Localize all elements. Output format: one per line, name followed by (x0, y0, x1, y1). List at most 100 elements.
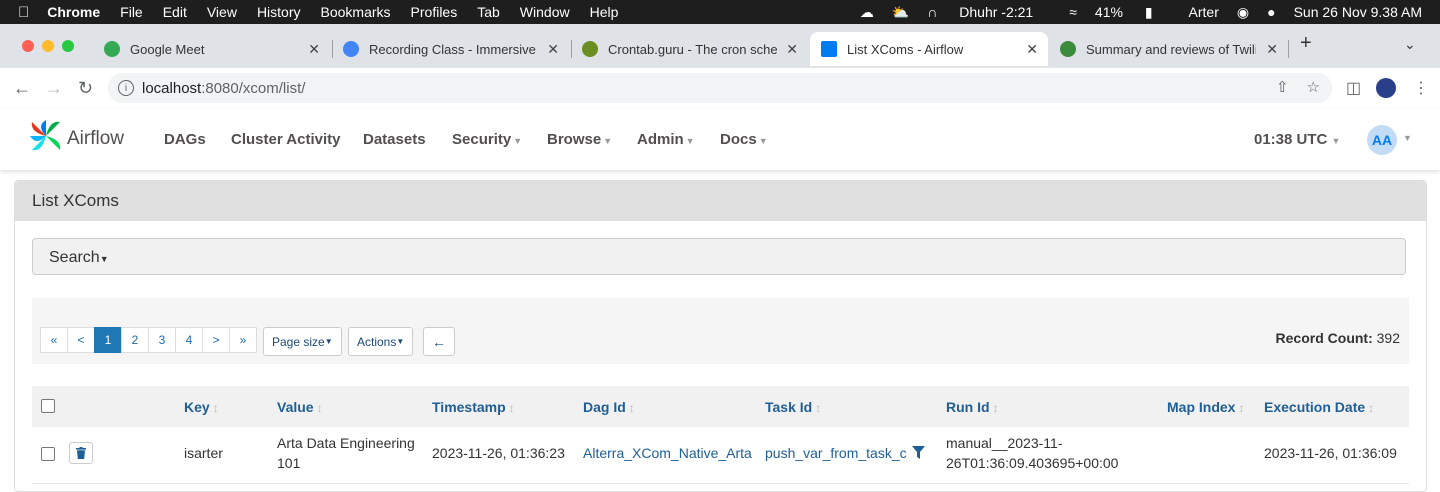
tab-google-meet[interactable]: Google Meet ✕ (104, 32, 330, 66)
siri-icon[interactable]: ● (1267, 4, 1275, 20)
close-tab-icon[interactable]: ✕ (1026, 41, 1038, 58)
page-2[interactable]: 2 (121, 327, 149, 353)
col-map-index[interactable]: Map Index ↕ (1167, 399, 1244, 415)
site-info-icon[interactable]: i (118, 80, 134, 96)
tab-search-chevron-icon[interactable]: ⌄ (1404, 36, 1416, 53)
menu-datetime[interactable]: Sun 26 Nov 9.38 AM (1294, 4, 1422, 20)
col-run-id[interactable]: Run Id ↕ (946, 399, 999, 415)
menu-file[interactable]: File (120, 4, 143, 20)
nav-admin[interactable]: Admin ▼ (637, 131, 695, 148)
page-prev[interactable]: < (67, 327, 95, 353)
back-icon[interactable]: ← (13, 78, 31, 99)
col-label: Map Index (1167, 399, 1236, 415)
macos-menubar:  Chrome File Edit View History Bookmark… (0, 0, 1440, 24)
control-center-icon[interactable]: ◉ (1237, 4, 1249, 21)
tab-title: Summary and reviews of Twilig (1086, 41, 1256, 57)
tab-list-xcoms[interactable]: List XComs - Airflow ✕ (810, 32, 1048, 66)
menu-edit[interactable]: Edit (163, 4, 187, 20)
filter-icon[interactable] (912, 444, 925, 464)
share-icon[interactable]: ⇧ (1276, 78, 1289, 96)
forward-icon[interactable]: → (45, 78, 63, 99)
tab-title: Google Meet (130, 41, 205, 57)
menu-app-name[interactable]: Chrome (47, 4, 100, 20)
cell-dag-id-link[interactable]: Alterra_XCom_Native_Arta (583, 443, 752, 463)
kebab-menu-icon[interactable]: ⋮ (1413, 78, 1429, 98)
page-next[interactable]: > (202, 327, 230, 353)
battery-percent: 41% (1094, 3, 1123, 20)
profile-avatar[interactable] (1376, 78, 1396, 98)
address-bar[interactable]: i localhost:8080/xcom/list/ ⇧ ☆ (108, 73, 1332, 103)
cell-timestamp: 2023-11-26, 01:36:23 (432, 445, 565, 461)
trash-icon (76, 447, 86, 459)
close-tab-icon[interactable]: ✕ (786, 41, 798, 58)
row-checkbox[interactable] (41, 447, 55, 461)
nav-security[interactable]: Security ▼ (452, 131, 522, 148)
tab-recording-class[interactable]: Recording Class - Immersive D ✕ (343, 32, 569, 66)
caret-down-icon[interactable]: ▼ (1403, 133, 1412, 143)
minimize-window-icon[interactable] (42, 40, 54, 52)
utc-clock[interactable]: 01:38 UTC ▼ (1254, 131, 1340, 148)
sort-icon: ↕ (815, 401, 822, 415)
bookmark-star-icon[interactable]: ☆ (1307, 78, 1320, 96)
pagination: « < 1 2 3 4 > » (40, 327, 257, 353)
user-avatar[interactable]: AA (1367, 125, 1397, 155)
sort-icon: ↕ (1238, 401, 1245, 415)
prayer-time[interactable]: ∩ Dhuhr -2:21 (927, 4, 1051, 20)
nav-browse[interactable]: Browse ▼ (547, 131, 612, 148)
menu-window[interactable]: Window (520, 4, 570, 20)
new-tab-button[interactable]: + (1300, 32, 1312, 55)
menu-profiles[interactable]: Profiles (411, 4, 458, 20)
col-timestamp[interactable]: Timestamp ↕ (432, 399, 515, 415)
menu-help[interactable]: Help (590, 4, 619, 20)
menu-history[interactable]: History (257, 4, 301, 20)
tab-crontab-guru[interactable]: Crontab.guru - The cron sched ✕ (582, 32, 808, 66)
weather-icon[interactable]: ⛅ (892, 4, 909, 21)
menu-bookmarks[interactable]: Bookmarks (321, 4, 391, 20)
col-key[interactable]: Key ↕ (184, 399, 219, 415)
menu-view[interactable]: View (207, 4, 237, 20)
record-count-value: 392 (1376, 330, 1400, 346)
nav-cluster-activity[interactable]: Cluster Activity (231, 131, 340, 148)
col-dag-id[interactable]: Dag Id ↕ (583, 399, 635, 415)
notification-icon[interactable]: ☁ (860, 4, 874, 21)
cell-run-id: manual__2023-11- 26T01:36:09.403695+00:00 (946, 433, 1118, 473)
page-last[interactable]: » (229, 327, 257, 353)
page-4[interactable]: 4 (175, 327, 203, 353)
airflow-brand[interactable]: Airflow (67, 128, 124, 150)
col-execution-date[interactable]: Execution Date ↕ (1264, 399, 1374, 415)
back-arrow-button[interactable]: ← (423, 327, 455, 356)
maximize-window-icon[interactable] (62, 40, 74, 52)
side-panel-icon[interactable]: ◫ (1346, 78, 1361, 98)
page-3[interactable]: 3 (148, 327, 176, 353)
nav-label: Cluster Activity (231, 131, 341, 148)
pagination-bar: « < 1 2 3 4 > » Page size ▼ Actions ▼ ← Re… (32, 298, 1409, 364)
site-icon (343, 41, 359, 57)
delete-button[interactable] (69, 442, 93, 464)
close-tab-icon[interactable]: ✕ (308, 41, 320, 58)
page-size-dropdown[interactable]: Page size ▼ (263, 327, 342, 356)
battery-status[interactable]: 41% ▮ (1095, 4, 1171, 21)
select-all-checkbox[interactable] (41, 399, 55, 413)
actions-dropdown[interactable]: Actions ▼ (348, 327, 414, 356)
nav-dags[interactable]: DAGs (164, 131, 206, 148)
close-tab-icon[interactable]: ✕ (1266, 41, 1278, 58)
wifi-icon[interactable]: ≈ (1069, 4, 1077, 20)
apple-icon[interactable]:  (18, 4, 29, 21)
page-1[interactable]: 1 (94, 327, 122, 353)
reload-icon[interactable]: ↻ (78, 78, 93, 99)
page-first[interactable]: « (40, 327, 68, 353)
menu-user[interactable]: Arter (1189, 4, 1219, 20)
col-value[interactable]: Value ↕ (277, 399, 323, 415)
search-toggle[interactable]: Search▼ (32, 238, 1406, 275)
close-window-icon[interactable] (22, 40, 34, 52)
cell-task-id-link[interactable]: push_var_from_task_c (765, 443, 907, 463)
nav-docs[interactable]: Docs ▼ (720, 131, 768, 148)
menu-tab[interactable]: Tab (477, 4, 500, 20)
nav-datasets[interactable]: Datasets (363, 131, 426, 148)
close-tab-icon[interactable]: ✕ (547, 41, 559, 58)
caret-down-icon: ▼ (1331, 136, 1341, 146)
airflow-logo-icon[interactable] (28, 118, 64, 154)
site-icon (1060, 41, 1076, 57)
col-task-id[interactable]: Task Id ↕ (765, 399, 821, 415)
tab-twilight-reviews[interactable]: Summary and reviews of Twilig ✕ (1060, 32, 1288, 66)
